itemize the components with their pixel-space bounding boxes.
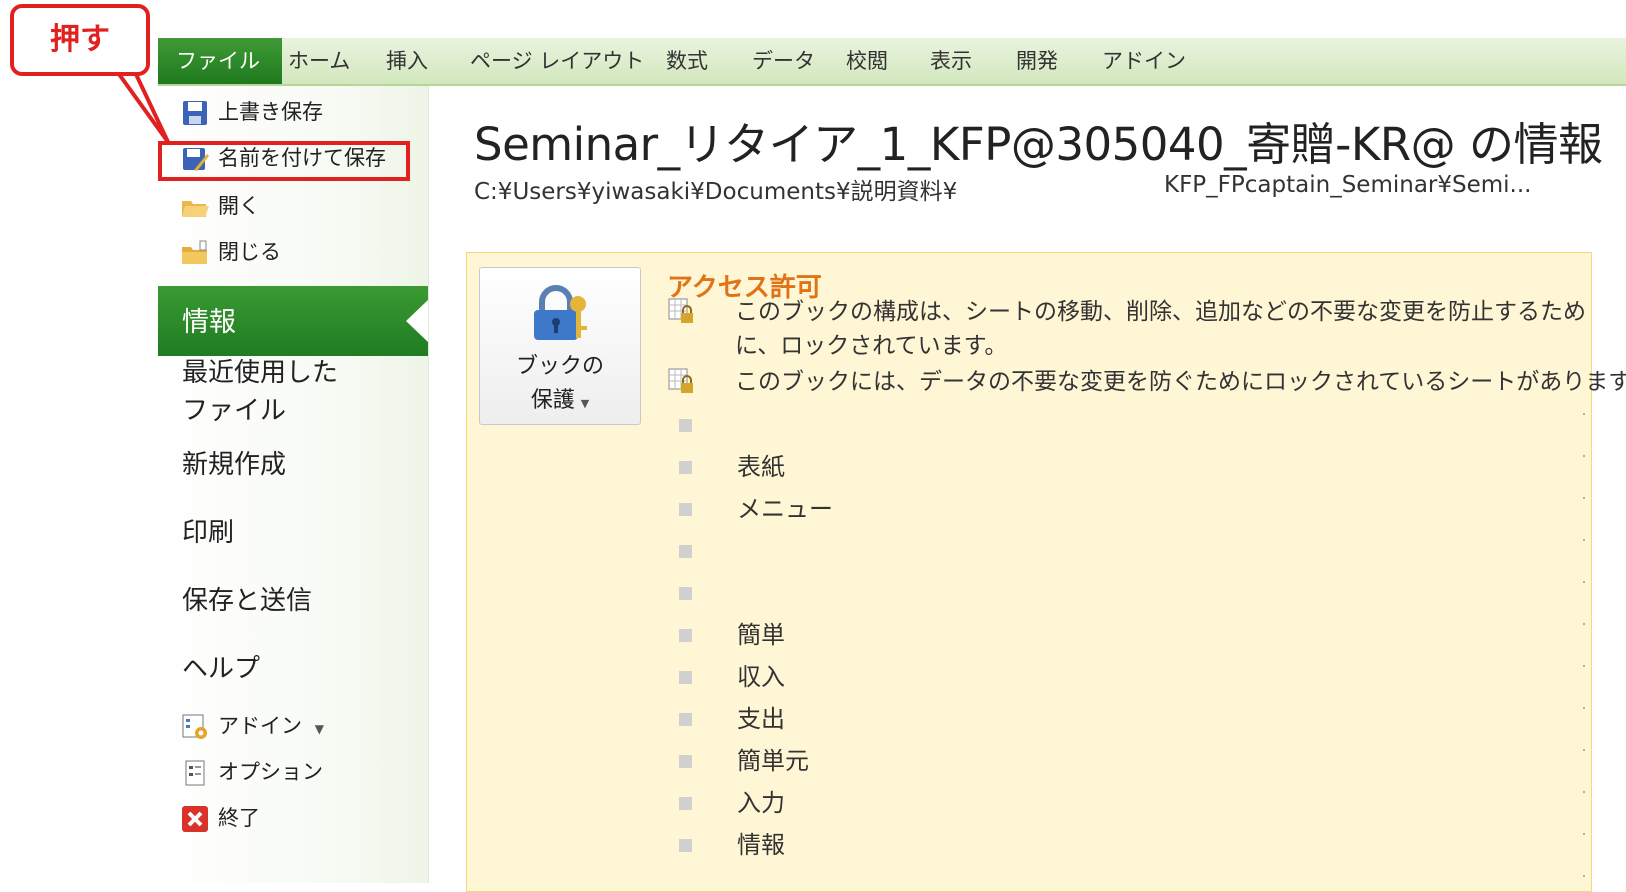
save-command[interactable]: 上書き保存 xyxy=(180,92,323,132)
addin-label: アドイン xyxy=(218,714,302,738)
sheet-lock-desc: このブックには、データの不要な変更を防ぐためにロックされているシートがあります。 xyxy=(735,369,1626,395)
exit-icon xyxy=(182,806,208,832)
close-label: 閉じる xyxy=(218,240,281,264)
sheet-name: 支出 xyxy=(737,705,785,733)
dotted-divider xyxy=(1583,413,1585,883)
save-as-highlight xyxy=(158,141,410,181)
file-path-right: KFP_FPcaptain_Seminar¥Semi... xyxy=(1164,172,1532,198)
tab-home[interactable]: ホーム xyxy=(288,38,350,84)
sheet-name: 入力 xyxy=(737,789,785,817)
callout-box: 押す xyxy=(10,4,150,76)
sheet-name: 情報 xyxy=(737,831,785,859)
tab-addins[interactable]: アドイン xyxy=(1102,38,1186,84)
tab-developer[interactable]: 開発 xyxy=(1016,38,1058,84)
exit-label: 終了 xyxy=(218,806,260,830)
options-command[interactable]: オプション xyxy=(180,752,323,792)
protect-button-line2: 保護 ▼ xyxy=(530,388,590,413)
backstage-menu: 上書き保存 名前を付けて保存 開く 閉じる 情報 最近使用した ファイル 新規作… xyxy=(158,86,429,883)
lock-sheet-icon xyxy=(668,368,693,393)
page-title: Seminar_リタイア_1_KFP@305040_寄贈-KR@ の情報 xyxy=(474,118,1603,171)
tab-view[interactable]: 表示 xyxy=(930,38,972,84)
sheet-name: 簡単 xyxy=(737,621,785,649)
nav-help[interactable]: ヘルプ xyxy=(182,650,260,688)
permissions-panel: ブックの 保護 ▼ アクセス許可 このブックの構成は、シートの移動、削除、追加など… xyxy=(466,252,1626,892)
protect-workbook-button[interactable]: ブックの 保護 ▼ xyxy=(479,267,641,425)
tab-page-layout[interactable]: ページ レイアウト xyxy=(470,38,644,84)
nav-save-send[interactable]: 保存と送信 xyxy=(182,582,312,620)
dropdown-arrow-icon: ▼ xyxy=(314,722,324,736)
tab-formulas[interactable]: 数式 xyxy=(666,38,708,84)
structure-lock-desc-line2: に、ロックされています。 xyxy=(735,333,1008,359)
open-folder-icon xyxy=(182,201,209,217)
sheet-name: 簡単元 xyxy=(737,747,809,775)
close-folder-icon xyxy=(182,240,207,264)
exit-command[interactable]: 終了 xyxy=(180,798,260,838)
nav-info[interactable]: 情報 xyxy=(158,286,428,356)
selection-notch xyxy=(406,300,428,342)
lock-key-icon xyxy=(534,285,587,340)
options-icon xyxy=(185,760,205,786)
addin-icon xyxy=(182,714,207,739)
callout-text: 押す xyxy=(50,22,110,57)
addin-command[interactable]: アドイン ▼ xyxy=(180,706,324,746)
nav-recent-line1: 最近使用した xyxy=(182,358,339,388)
sheet-name: メニュー xyxy=(737,495,833,523)
protect-button-line1: ブックの xyxy=(515,354,604,379)
options-label: オプション xyxy=(218,760,323,784)
lock-sheet-icon xyxy=(668,298,693,323)
close-command[interactable]: 閉じる xyxy=(180,232,281,272)
tab-insert[interactable]: 挿入 xyxy=(386,38,428,84)
save-label: 上書き保存 xyxy=(218,100,323,124)
sheet-name: 収入 xyxy=(737,663,785,691)
tab-review[interactable]: 校閲 xyxy=(846,38,888,84)
nav-print[interactable]: 印刷 xyxy=(182,514,234,552)
nav-new[interactable]: 新規作成 xyxy=(182,446,286,484)
dropdown-arrow-icon: ▼ xyxy=(580,397,590,410)
file-path-left: C:¥Users¥yiwasaki¥Documents¥説明資料¥ xyxy=(474,179,958,205)
tab-data[interactable]: データ xyxy=(752,38,815,84)
sheet-name: 表紙 xyxy=(737,453,785,481)
nav-info-label: 情報 xyxy=(182,307,236,338)
open-label: 開く xyxy=(218,194,260,218)
ribbon-tab-bar: ファイル ホーム 挿入 ページ レイアウト 数式 データ 校閲 表示 開発 アド… xyxy=(158,38,1626,86)
nav-recent[interactable]: 最近使用した ファイル xyxy=(182,354,338,430)
open-command[interactable]: 開く xyxy=(180,186,260,226)
structure-lock-desc-line1: このブックの構成は、シートの移動、削除、追加などの不要な変更を防止するため xyxy=(735,299,1586,325)
nav-recent-line2: ファイル xyxy=(182,396,287,426)
